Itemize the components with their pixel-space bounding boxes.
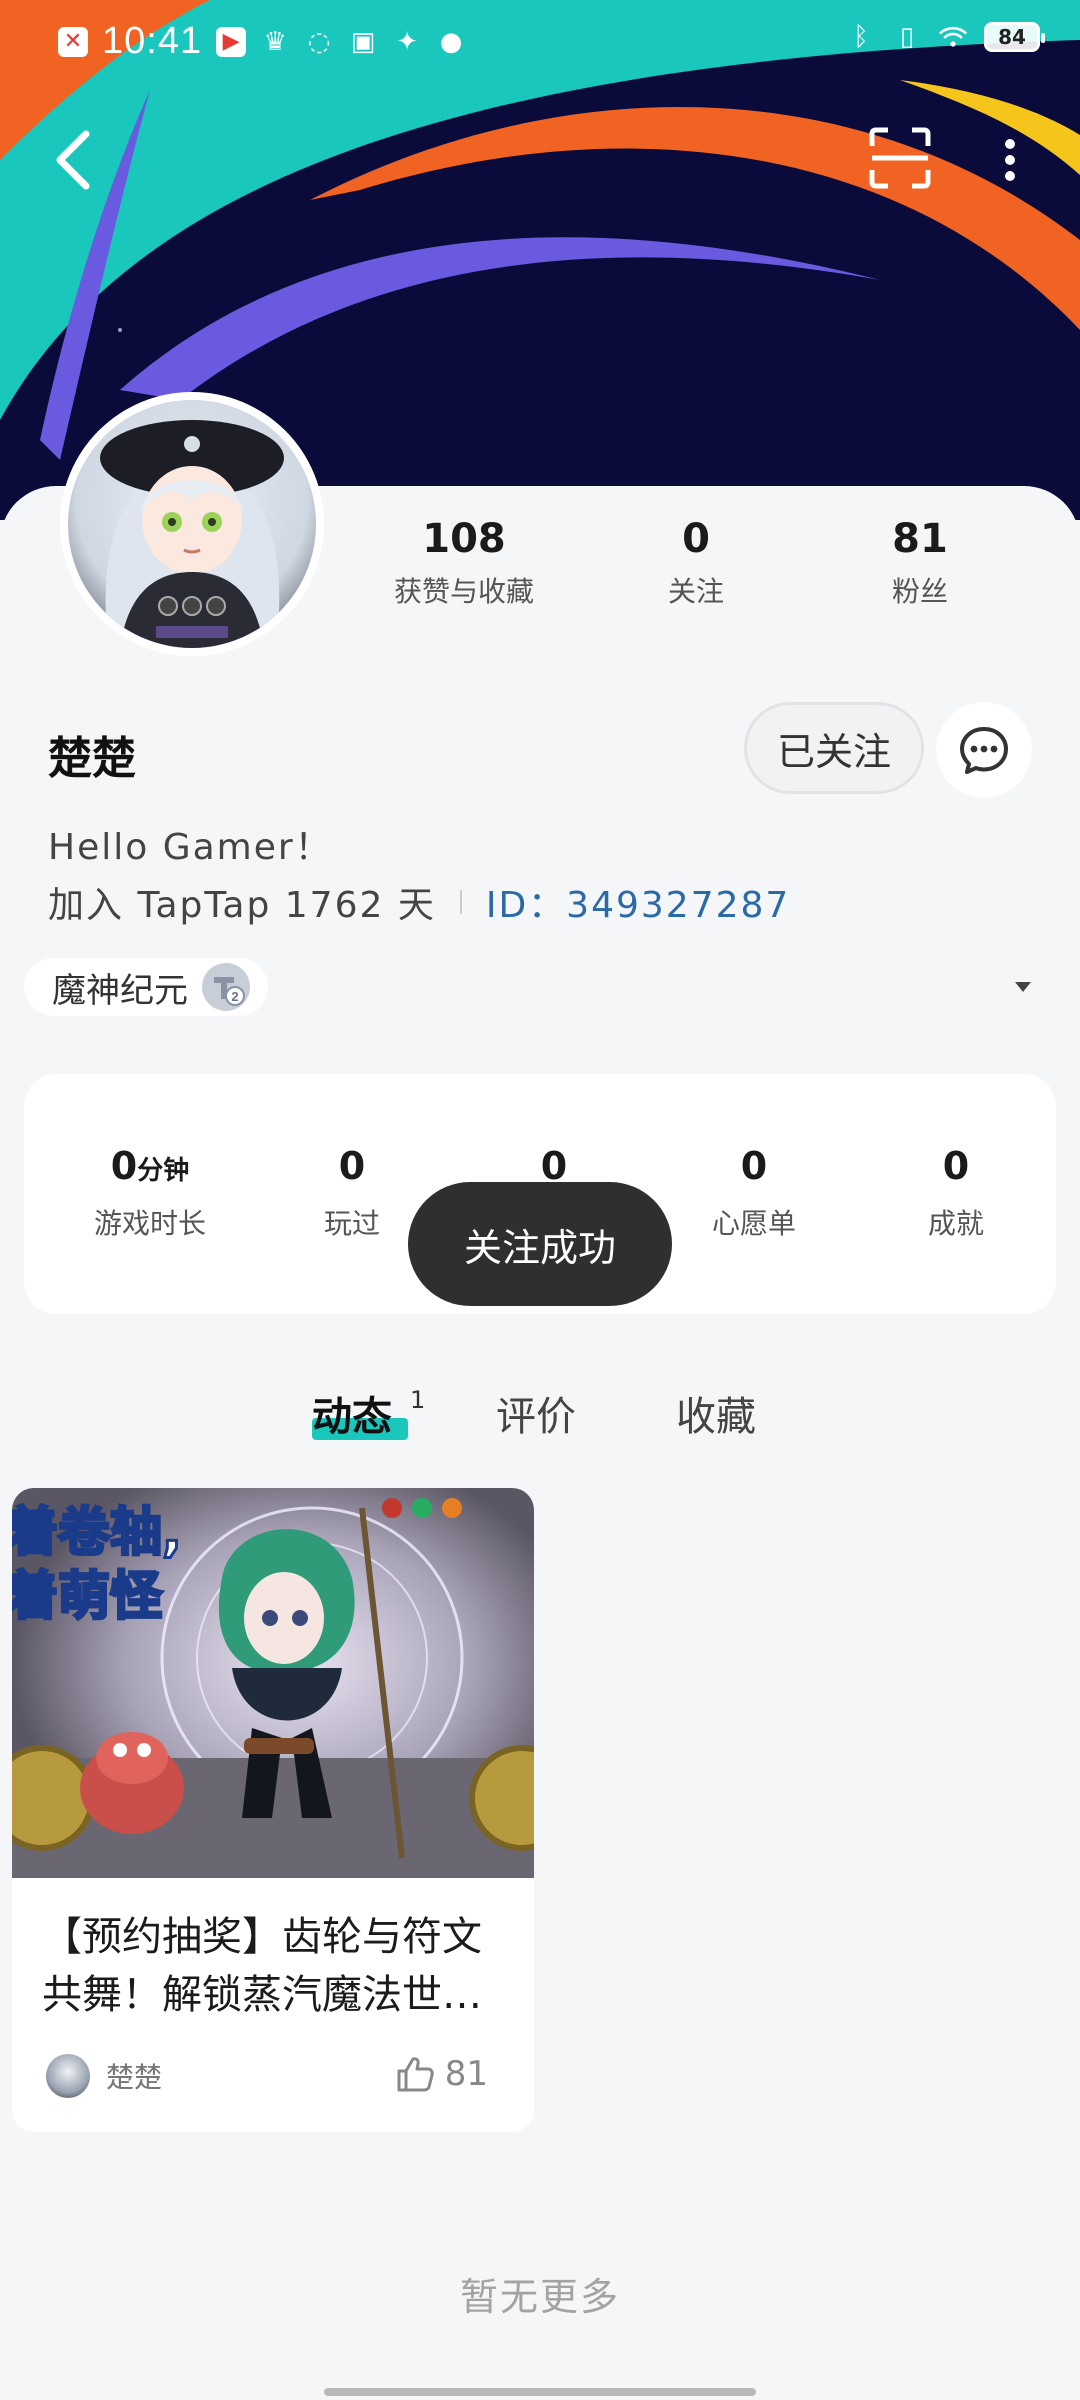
stat-followers-label: 粉丝: [891, 575, 948, 608]
author-name: 楚楚: [106, 2061, 163, 2094]
tab-favorites[interactable]: 收藏: [676, 1384, 756, 1442]
tab-reviews[interactable]: 评价: [496, 1384, 576, 1442]
stat-likes[interactable]: 108 获赞与收藏: [364, 516, 564, 610]
stat-following[interactable]: 0 关注: [596, 516, 796, 610]
wechat-icon: ●: [439, 26, 463, 57]
post-title[interactable]: 【预约抽奖】齿轮与符文共舞！解锁蒸汽魔法世…: [42, 1908, 518, 2024]
game-tag[interactable]: 魔神纪元 2: [24, 958, 268, 1016]
author-avatar: [46, 2054, 90, 2098]
tab-activity-count: 1: [410, 1386, 426, 1414]
follow-success-toast: 关注成功: [408, 1182, 672, 1306]
scan-icon: [869, 127, 931, 189]
thumbs-up-icon: [397, 2057, 434, 2092]
crown-icon: ♛: [263, 26, 287, 57]
stat-likes-label: 获赞与收藏: [393, 575, 534, 608]
avatar-image: [68, 400, 316, 648]
playtime-label: 游戏时长: [93, 1207, 206, 1240]
playtime-value: 0: [110, 1144, 138, 1188]
no-more-text: 暂无更多: [459, 2275, 620, 2319]
stat-followers[interactable]: 81 粉丝: [820, 516, 1020, 610]
wishlist-value: 0: [740, 1144, 768, 1188]
wifi-icon: [938, 22, 968, 52]
more-button[interactable]: [990, 130, 1030, 190]
profile-stats: 108 获赞与收藏 0 关注 81 粉丝: [360, 516, 1040, 616]
user-id[interactable]: ID：349327287: [486, 876, 790, 928]
played-value: 0: [338, 1144, 366, 1188]
stat-followers-value: 81: [892, 516, 948, 562]
post-cover-image: 着卷轴, 着萌怪: [12, 1488, 534, 1878]
wishlist-stat[interactable]: 0 心愿单: [654, 1144, 854, 1242]
divider: [459, 890, 462, 914]
message-button[interactable]: [936, 702, 1032, 798]
like-count: 81: [444, 2054, 488, 2094]
join-info: 加入 TapTap 1762 天 ID：349327287: [48, 876, 790, 928]
bluetooth-icon: ᛒ: [853, 22, 869, 52]
status-time: 10:41: [102, 20, 203, 62]
username: 楚楚: [48, 733, 136, 784]
video-app-icon: ▶: [216, 26, 247, 57]
svg-text:2: 2: [231, 989, 238, 1004]
stat-following-value: 0: [682, 516, 710, 562]
wishlist-label: 心愿单: [711, 1207, 796, 1240]
status-bar: ✕ 10:41 ▶ ♛ ◌ ▣ ✦ ● ᛒ ▯ 84: [0, 0, 1080, 86]
like-button[interactable]: 81: [395, 2054, 488, 2094]
app-icon: ▣: [350, 26, 376, 57]
achievements-label: 成就: [927, 1207, 984, 1240]
post-author[interactable]: 楚楚: [46, 2054, 162, 2098]
profile-tabs: 动态 评价 收藏: [0, 1384, 1080, 1454]
stat-likes-value: 108: [422, 516, 506, 562]
home-indicator[interactable]: [324, 2388, 756, 2396]
post-banner-line-2: 着萌怪: [12, 1567, 163, 1627]
more-vertical-icon: [1005, 139, 1015, 181]
back-arrow-icon: [56, 130, 90, 190]
scan-button[interactable]: [868, 126, 932, 190]
achievements-value: 0: [942, 1144, 970, 1188]
chat-bubble-icon: [960, 727, 1008, 774]
tab-activity[interactable]: 动态: [312, 1384, 392, 1442]
vibrate-icon: ▯: [899, 22, 915, 52]
playtime-stat[interactable]: 0分钟 游戏时长: [50, 1144, 250, 1242]
battery-icon: 84: [984, 22, 1045, 52]
join-duration: 加入 TapTap 1762 天: [48, 885, 436, 926]
back-button[interactable]: [46, 120, 106, 200]
achievements-stat[interactable]: 0 成就: [856, 1144, 1056, 1242]
game-tag-label: 魔神纪元: [52, 970, 188, 1011]
orbit-icon: ◌: [307, 26, 331, 57]
post-banner-line-1: 着卷轴,: [12, 1503, 182, 1563]
caret-down-icon[interactable]: [1014, 980, 1032, 994]
followed-button[interactable]: 已关注: [744, 702, 924, 794]
playtime-unit: 分钟: [137, 1156, 190, 1186]
stat-following-label: 关注: [667, 575, 724, 608]
bio-text: Hello Gamer！: [48, 827, 333, 868]
post-card[interactable]: 着卷轴, 着萌怪 【预约抽奖】齿轮与符文共舞！解锁蒸汽魔法世… 楚楚 81: [12, 1488, 534, 2132]
server-badge-icon: 2: [202, 963, 250, 1011]
avatar[interactable]: [60, 392, 324, 656]
hot-icon: ✦: [396, 26, 418, 57]
notification-icon: ✕: [58, 26, 88, 57]
